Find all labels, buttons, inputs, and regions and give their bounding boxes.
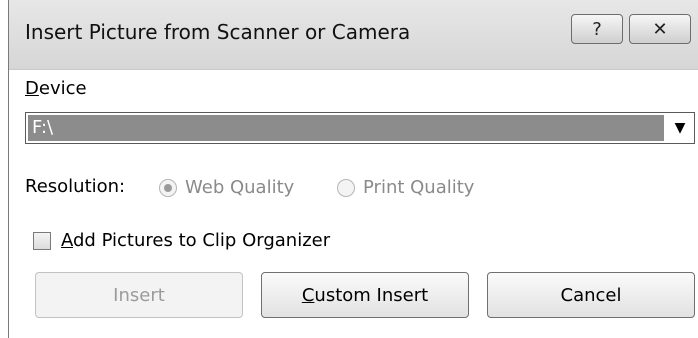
radio-selected-icon: [159, 178, 177, 197]
chevron-down-icon[interactable]: ▼: [667, 114, 693, 142]
web-quality-radio[interactable]: Web Quality: [159, 177, 294, 198]
custom-insert-button[interactable]: Custom Insert: [261, 272, 469, 318]
device-label: Device: [25, 78, 87, 99]
device-dropdown[interactable]: F:\ ▼: [25, 112, 695, 144]
insert-picture-dialog: Insert Picture from Scanner or Camera ? …: [8, 0, 698, 338]
insert-button[interactable]: Insert: [35, 272, 243, 318]
close-button[interactable]: ✕: [629, 14, 691, 44]
add-to-clip-organizer-checkbox-row[interactable]: Add Pictures to Clip Organizer: [33, 230, 330, 251]
print-quality-label: Print Quality: [363, 177, 475, 198]
add-to-clip-organizer-label: Add Pictures to Clip Organizer: [61, 230, 331, 251]
web-quality-label: Web Quality: [185, 177, 295, 198]
device-selected-value: F:\: [28, 115, 664, 141]
help-button[interactable]: ?: [571, 14, 623, 44]
cancel-button[interactable]: Cancel: [487, 272, 695, 318]
close-icon: ✕: [652, 18, 668, 40]
window-title: Insert Picture from Scanner or Camera: [25, 20, 411, 44]
help-icon: ?: [592, 18, 602, 40]
print-quality-radio[interactable]: Print Quality: [337, 177, 474, 198]
title-bar[interactable]: Insert Picture from Scanner or Camera ? …: [9, 0, 698, 70]
add-to-clip-organizer-checkbox[interactable]: [33, 231, 51, 250]
radio-unselected-icon: [337, 178, 355, 197]
resolution-label: Resolution:: [25, 176, 126, 197]
